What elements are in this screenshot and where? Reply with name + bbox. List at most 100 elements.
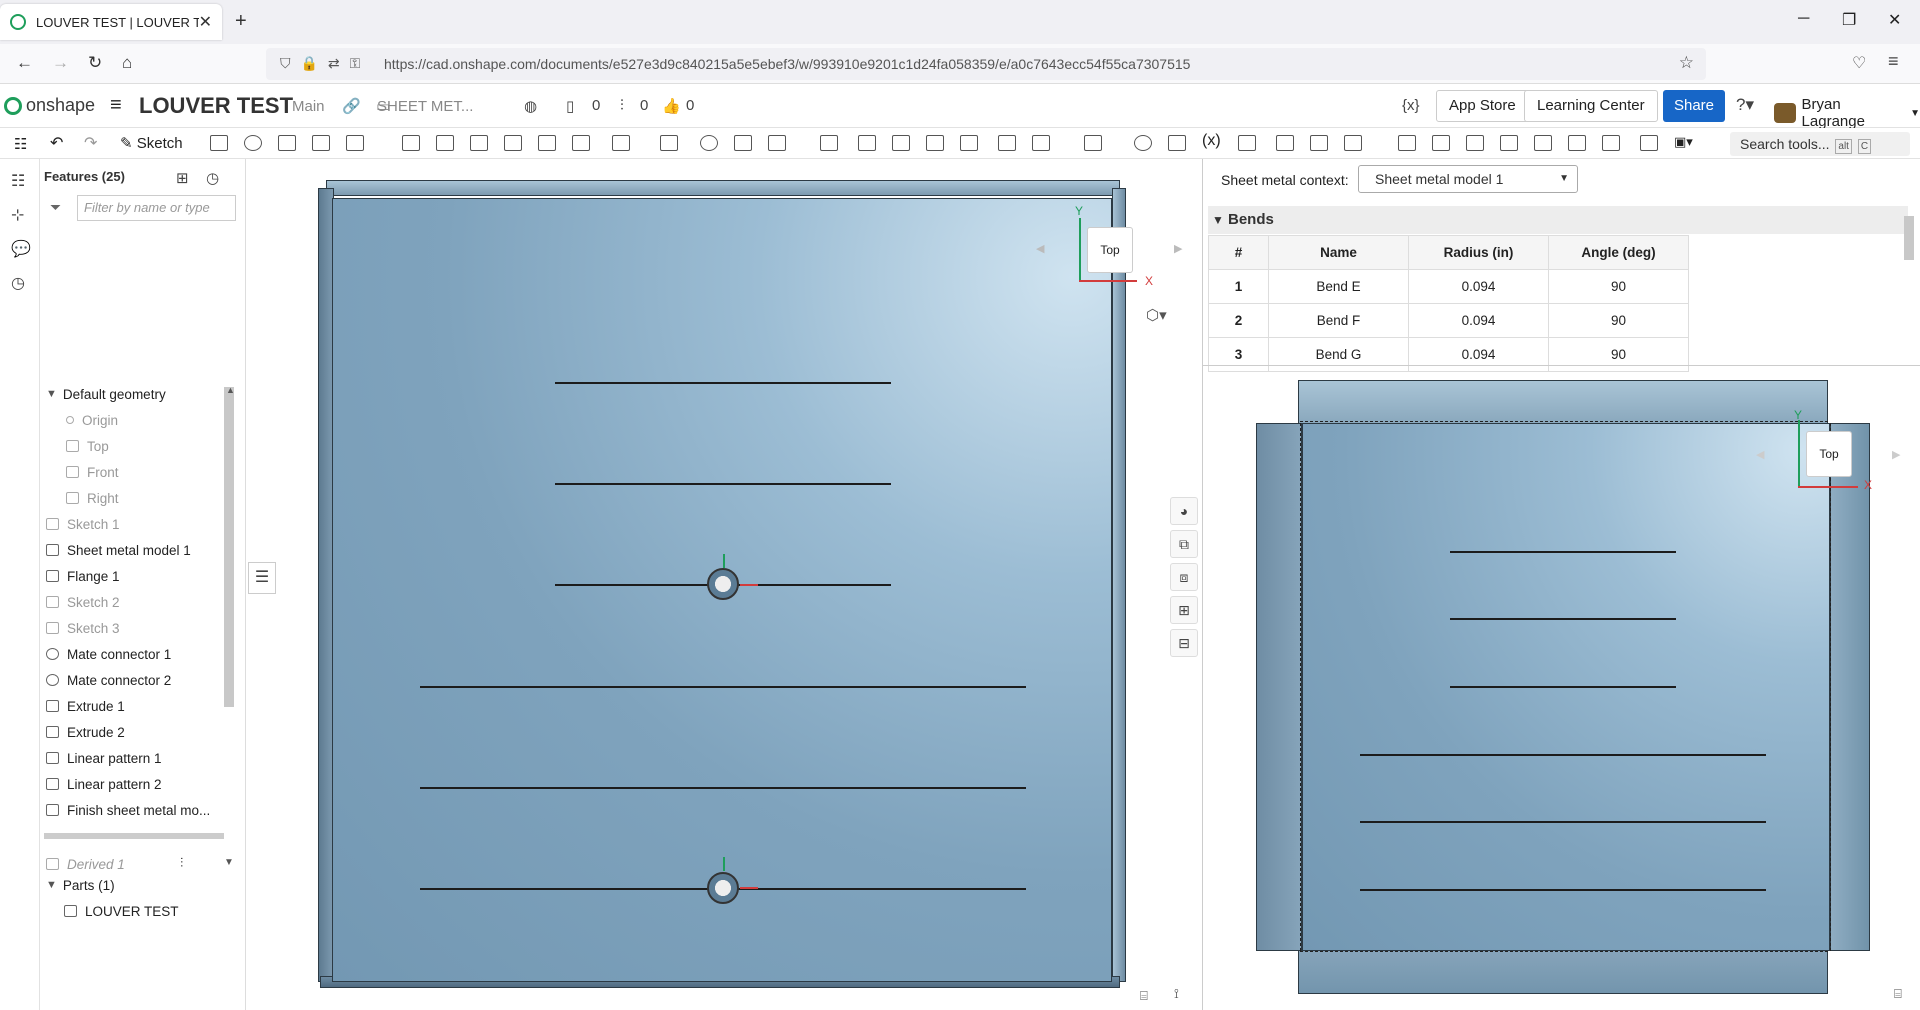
panel-toggle-icon[interactable]: ☰	[248, 562, 276, 594]
feature-item[interactable]: Sketch 2	[46, 591, 120, 613]
feature-list-toggle-icon[interactable]: ☷	[14, 135, 32, 153]
delete-part-icon[interactable]	[820, 135, 838, 151]
rib-icon[interactable]	[504, 135, 522, 151]
panel-splitter[interactable]	[1202, 365, 1920, 366]
curve-icon[interactable]	[1168, 135, 1186, 151]
browser-tab[interactable]: LOUVER TEST | LOUVER TEST ✕	[0, 4, 222, 40]
site-security-icon[interactable]: ⛉🔒⇄⚿	[280, 55, 370, 72]
search-tools-input[interactable]: Search tools... alt C	[1730, 132, 1910, 156]
feature-item[interactable]: Derived 1	[46, 853, 125, 875]
flange-icon[interactable]	[1310, 135, 1328, 151]
mirror-icon[interactable]	[660, 135, 678, 151]
hamburger-menu-icon[interactable]: ≡	[110, 94, 122, 117]
split-icon[interactable]	[734, 135, 752, 151]
draft-icon[interactable]	[470, 135, 488, 151]
forward-icon[interactable]: →	[52, 53, 69, 73]
tab-icon[interactable]	[1344, 135, 1362, 151]
minimize-icon[interactable]: ─	[1798, 10, 1809, 28]
form-icon[interactable]	[1534, 135, 1552, 151]
feature-item[interactable]: Top	[66, 435, 109, 457]
sketch-button[interactable]: ✎ Sketch	[120, 134, 183, 152]
loft-icon[interactable]	[312, 135, 330, 151]
table-row[interactable]: 3 Bend G 0.094 90	[1208, 337, 1689, 372]
sheet-metal-model-icon[interactable]	[1276, 135, 1294, 151]
flat-rotate-left-icon[interactable]: ◀	[1756, 448, 1764, 461]
learning-center-button[interactable]: Learning Center	[1524, 90, 1658, 122]
feature-item[interactable]: Finish sheet metal mo...	[46, 799, 210, 821]
variable-icon[interactable]: (x)	[1202, 132, 1221, 149]
plane-icon[interactable]	[1084, 135, 1102, 151]
fillet-icon[interactable]	[402, 135, 420, 151]
like-icon[interactable]: 👍	[662, 97, 681, 115]
user-menu[interactable]: Bryan Lagrange ▼	[1774, 96, 1920, 130]
thicken-icon[interactable]	[346, 135, 364, 151]
app-store-button[interactable]: App Store	[1436, 90, 1529, 122]
branch-name[interactable]: Main	[292, 98, 325, 115]
table-row[interactable]: 2 Bend F 0.094 90	[1208, 303, 1689, 338]
bend-relief-icon[interactable]	[1466, 135, 1484, 151]
back-icon[interactable]: ←	[16, 53, 33, 73]
col-header-number[interactable]: #	[1208, 235, 1269, 270]
default-geometry-group[interactable]: ▼ Default geometry	[46, 383, 166, 405]
restore-icon[interactable]: ❐	[1842, 10, 1856, 30]
versions-icon[interactable]: ▯	[566, 97, 574, 115]
sheet-metal-context-select[interactable]: Sheet metal model 1 ▼	[1358, 165, 1578, 193]
hem-icon[interactable]	[1398, 135, 1416, 151]
onshape-logo[interactable]: onshape	[4, 95, 95, 116]
view-rotate-left-icon[interactable]: ◀	[1036, 242, 1044, 255]
custom-feature-icon[interactable]	[1238, 135, 1256, 151]
filter-input[interactable]: Filter by name or type	[77, 195, 236, 221]
flat-rotate-right-icon[interactable]: ▶	[1892, 448, 1900, 461]
address-bar[interactable]: ⛉🔒⇄⚿ https://cad.onshape.com/documents/e…	[266, 48, 1706, 80]
pocket-icon[interactable]: ♡	[1852, 53, 1866, 73]
feature-item[interactable]: Origin	[66, 409, 118, 431]
joint-icon[interactable]	[1500, 135, 1518, 151]
view-cube[interactable]: Top	[1087, 227, 1133, 273]
feature-item[interactable]: Linear pattern 2	[46, 773, 162, 795]
rollback-icon[interactable]: ◷	[206, 169, 219, 187]
share-button[interactable]: Share	[1663, 90, 1725, 122]
delete-face-icon[interactable]	[892, 135, 910, 151]
mate-connector-1-marker[interactable]	[707, 568, 739, 600]
feature-item[interactable]: Linear pattern 1	[46, 747, 162, 769]
bend-radius[interactable]: 0.094	[1408, 269, 1549, 304]
document-title[interactable]: LOUVER TEST	[139, 93, 293, 119]
finish-sheet-metal-icon[interactable]	[1640, 135, 1658, 151]
extrude-icon[interactable]	[210, 135, 228, 151]
home-icon[interactable]: ⌂	[122, 53, 132, 73]
link-icon[interactable]: 🔗	[342, 97, 361, 115]
bend-radius[interactable]: 0.094	[1408, 303, 1549, 338]
table-view-icon[interactable]: ⊞	[1170, 596, 1198, 624]
feature-item[interactable]: Extrude 1	[46, 695, 125, 717]
url-text[interactable]: https://cad.onshape.com/documents/e527e3…	[384, 56, 1190, 72]
reload-icon[interactable]: ↻	[88, 53, 102, 73]
display-mode-icon[interactable]: ◕	[1170, 497, 1198, 525]
scroll-up-icon[interactable]: ▲	[226, 385, 235, 395]
section-view-icon[interactable]: ⧉	[1170, 530, 1198, 558]
table-row[interactable]: 1 Bend E 0.094 90	[1208, 269, 1689, 304]
view-options-icon[interactable]: ⬡▾	[1146, 306, 1167, 324]
feature-item[interactable]: Sheet metal model 1	[46, 539, 191, 561]
feature-item[interactable]: Flange 1	[46, 565, 120, 587]
bend-radius[interactable]: 0.094	[1408, 337, 1549, 372]
more-tools-icon[interactable]: ▣▾	[1674, 134, 1693, 150]
feature-item[interactable]: Front	[66, 461, 119, 483]
hole-icon[interactable]	[572, 135, 590, 151]
bends-section-header[interactable]: ▼ Bends	[1208, 206, 1908, 234]
sweep-icon[interactable]	[278, 135, 296, 151]
feature-item[interactable]: Extrude 2	[46, 721, 125, 743]
globe-icon[interactable]: ◍	[524, 97, 537, 115]
variables-icon[interactable]: {x}	[1402, 97, 1420, 114]
feature-list-icon[interactable]: ☷	[11, 171, 25, 191]
browser-menu-icon[interactable]: ≡	[1888, 51, 1899, 72]
feature-item[interactable]: Right	[66, 487, 119, 509]
close-tab-icon[interactable]: ✕	[199, 12, 212, 32]
bends-scrollbar[interactable]	[1904, 216, 1914, 260]
history-icon[interactable]: ◷	[11, 273, 25, 293]
feature-item[interactable]: Mate connector 1	[46, 643, 171, 665]
boundary-surface-icon[interactable]	[1032, 135, 1050, 151]
revolve-icon[interactable]	[244, 135, 262, 151]
col-header-angle[interactable]: Angle (deg)	[1548, 235, 1689, 270]
explode-view-icon[interactable]: ⧈	[1170, 563, 1198, 591]
redo-icon[interactable]: ↷	[84, 133, 102, 152]
